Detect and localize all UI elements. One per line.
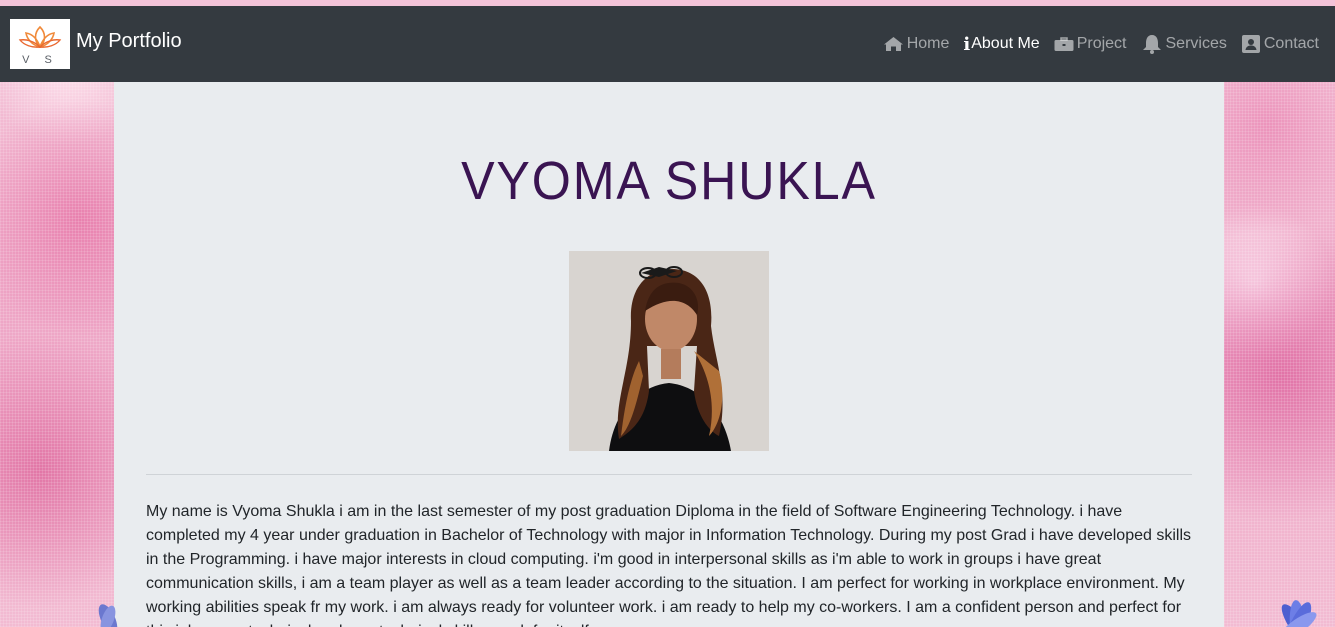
nav-item-label: About Me — [971, 35, 1040, 52]
nav-item-home[interactable]: Home — [883, 35, 950, 53]
brand-logo[interactable]: V S — [10, 19, 70, 69]
logo-monogram: V S — [22, 54, 58, 66]
nav-item-contact[interactable]: Contact — [1241, 34, 1319, 54]
bio-paragraph: My name is Vyoma Shukla i am in the last… — [146, 503, 1192, 627]
flower-decoration-icon — [98, 604, 118, 627]
nav-item-project[interactable]: Project — [1054, 35, 1127, 53]
nav-item-label: Contact — [1263, 35, 1319, 52]
info-icon: i — [963, 33, 971, 55]
briefcase-icon — [1054, 37, 1074, 51]
navbar: V S My Portfolio Home i About Me Project — [0, 6, 1335, 82]
page-title: VYOMA SHUKLA — [461, 151, 877, 211]
about-section: VYOMA SHUKLA My name is Vyoma Shukla i a… — [114, 82, 1224, 627]
profile-portrait-image — [569, 251, 769, 451]
contact-card-icon — [1241, 35, 1260, 53]
nav-item-about-me[interactable]: i About Me — [963, 34, 1039, 55]
lotus-logo-icon: V S — [18, 25, 62, 66]
bell-icon — [1142, 35, 1161, 54]
nav-item-label: Project — [1076, 35, 1127, 52]
section-divider — [146, 474, 1192, 475]
nav-item-label: Home — [906, 35, 950, 52]
nav-menu: Home i About Me Project Services Contact — [869, 32, 1319, 56]
home-icon — [883, 37, 903, 51]
brand-name[interactable]: My Portfolio — [76, 30, 182, 53]
nav-item-label: Services — [1165, 35, 1227, 52]
flower-decoration-icon — [1279, 600, 1317, 627]
nav-item-services[interactable]: Services — [1141, 34, 1227, 54]
profile-photo — [569, 251, 769, 451]
